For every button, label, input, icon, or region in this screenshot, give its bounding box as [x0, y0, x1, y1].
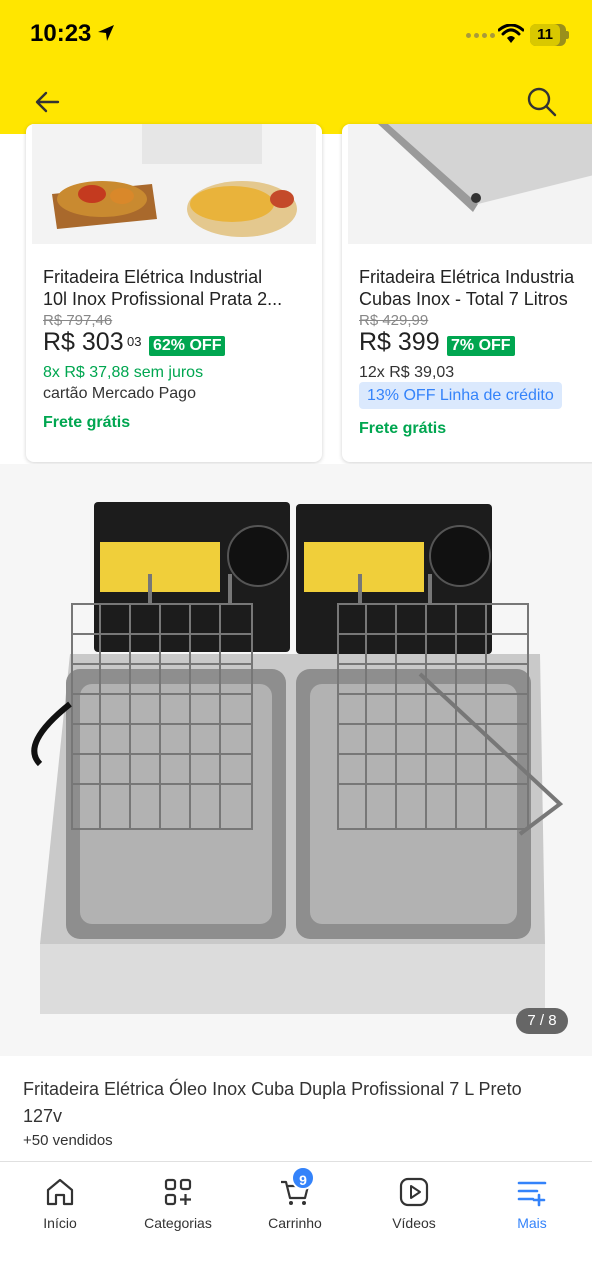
fryer-image: [0, 464, 592, 1056]
installments-text: 8x R$ 37,88 sem juros: [43, 364, 204, 381]
nav-inicio[interactable]: Início: [1, 1162, 119, 1242]
nav-mais[interactable]: Mais: [473, 1162, 591, 1242]
related-products-carousel: Fritadeira Elétrica Industrial 10l Inox …: [0, 124, 592, 464]
nav-label: Carrinho: [268, 1215, 322, 1231]
installments-text: 12x R$ 39,03: [359, 364, 455, 381]
nav-label: Mais: [517, 1215, 547, 1231]
product-card[interactable]: Fritadeira Elétrica Industrial 10l Inox …: [26, 124, 322, 462]
free-shipping: Frete grátis: [359, 420, 447, 437]
nav-videos[interactable]: Vídeos: [355, 1162, 473, 1242]
card-title-line-1: Fritadeira Elétrica Industria: [359, 267, 575, 287]
payment-note: cartão Mercado Pago: [43, 385, 196, 402]
product-title: Fritadeira Elétrica Óleo Inox Cuba Dupla…: [23, 1079, 522, 1126]
search-icon[interactable]: [526, 86, 558, 118]
product-thumbnail: [32, 124, 316, 244]
app-header: 10:23 11: [0, 0, 592, 134]
home-icon: [46, 1178, 74, 1206]
status-bar: 10:23 11: [0, 0, 592, 70]
current-price: R$ 399: [359, 328, 440, 356]
nav-label: Categorias: [144, 1215, 212, 1231]
sold-count: +50 vendidos: [23, 1132, 113, 1149]
more-icon: [517, 1181, 547, 1207]
card-title-line-1: Fritadeira Elétrica Industrial: [43, 267, 263, 287]
image-counter: 7 / 8: [516, 1008, 568, 1034]
battery-level: 11: [530, 24, 560, 46]
card-title-line-2: Cubas Inox - Total 7 Litros: [359, 289, 568, 309]
back-arrow-icon[interactable]: [32, 86, 64, 118]
original-price: R$ 797,46: [43, 312, 113, 329]
nav-label: Vídeos: [392, 1215, 436, 1231]
video-icon: [399, 1177, 429, 1207]
location-arrow-icon: [98, 25, 114, 41]
product-thumbnail: [348, 124, 592, 244]
wifi-icon: [498, 24, 524, 43]
discount-badge: 7% OFF: [447, 336, 515, 356]
original-price: R$ 429,99: [359, 312, 429, 329]
battery-icon: 11: [530, 24, 566, 46]
categories-icon: [164, 1178, 192, 1206]
status-time: 10:23: [30, 20, 92, 47]
credit-line-tag: 13% OFF Linha de crédito: [359, 382, 562, 409]
current-price: R$ 303: [43, 328, 124, 356]
free-shipping: Frete grátis: [43, 414, 131, 431]
product-image-gallery[interactable]: 7 / 8: [0, 464, 592, 1056]
cellular-signal-icon: [466, 33, 495, 38]
product-card[interactable]: Fritadeira Elétrica Industria Cubas Inox…: [342, 124, 592, 462]
cart-count-badge: 9: [291, 1166, 315, 1190]
price-cents: 03: [127, 334, 142, 349]
nav-label: Início: [43, 1215, 77, 1231]
card-title-line-2: 10l Inox Profissional Prata 2...: [43, 289, 283, 309]
nav-categorias[interactable]: Categorias: [119, 1162, 237, 1242]
discount-badge: 62% OFF: [149, 336, 226, 356]
